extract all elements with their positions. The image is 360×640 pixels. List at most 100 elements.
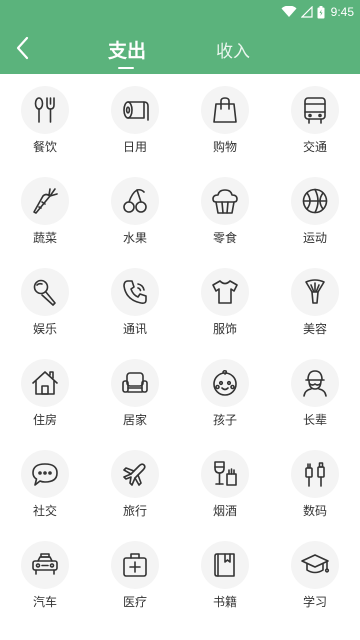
category-label: 烟酒	[212, 504, 237, 518]
category-item[interactable]: 旅行	[90, 438, 180, 529]
category-icon-button[interactable]	[21, 541, 69, 589]
cables-icon	[300, 459, 330, 489]
category-icon-button[interactable]	[111, 86, 159, 134]
back-button[interactable]	[8, 36, 36, 64]
category-icon-button[interactable]	[111, 359, 159, 407]
status-time: 9:45	[330, 5, 354, 19]
category-label: 孩子	[212, 413, 237, 427]
chevron-left-icon	[15, 36, 29, 65]
category-item[interactable]: 社交	[0, 438, 90, 529]
category-item[interactable]: 零食	[180, 165, 270, 256]
category-label: 蔬菜	[32, 231, 57, 245]
category-icon-button[interactable]	[21, 359, 69, 407]
bus-icon	[300, 95, 330, 125]
category-item[interactable]: 书籍	[180, 529, 270, 620]
category-label: 运动	[302, 231, 327, 245]
category-grid: 餐饮 日用 购物 交通蔬菜 水果 零食 运动娱乐 通讯 服饰 美容住房 居家 孩子 长辈社交 旅行 烟酒 数码…	[0, 74, 360, 640]
category-label: 服饰	[212, 322, 237, 336]
category-label: 居家	[122, 413, 147, 427]
category-item[interactable]: 医疗	[90, 529, 180, 620]
category-item[interactable]: 汽车	[0, 529, 90, 620]
category-icon-button[interactable]	[201, 541, 249, 589]
category-item[interactable]: 居家	[90, 347, 180, 438]
baby-face-icon	[210, 368, 240, 398]
category-item[interactable]: 运动	[270, 165, 360, 256]
category-item[interactable]: 学习	[270, 529, 360, 620]
category-label: 汽车	[32, 595, 57, 609]
category-item[interactable]: 娱乐	[0, 256, 90, 347]
cherry-icon	[120, 186, 150, 216]
category-label: 住房	[32, 413, 57, 427]
category-label: 餐饮	[32, 140, 57, 154]
tab-income[interactable]: 收入	[201, 24, 265, 74]
category-item[interactable]: 烟酒	[180, 438, 270, 529]
category-label: 美容	[302, 322, 327, 336]
cupcake-icon	[210, 186, 240, 216]
category-icon-button[interactable]	[111, 541, 159, 589]
category-icon-button[interactable]	[291, 177, 339, 225]
category-icon-button[interactable]	[201, 86, 249, 134]
category-label: 学习	[302, 595, 327, 609]
category-label: 旅行	[122, 504, 147, 518]
status-icons: 9:45	[281, 3, 354, 21]
shopping-bag-icon	[210, 95, 240, 125]
category-icon-button[interactable]	[291, 450, 339, 498]
category-label: 社交	[32, 504, 57, 518]
category-icon-button[interactable]	[111, 450, 159, 498]
elder-icon	[300, 368, 330, 398]
category-icon-button[interactable]	[201, 359, 249, 407]
microphone-icon	[30, 277, 60, 307]
category-icon-button[interactable]	[291, 86, 339, 134]
category-item[interactable]: 日用	[90, 74, 180, 165]
house-icon	[30, 368, 60, 398]
category-item[interactable]: 水果	[90, 165, 180, 256]
tissue-roll-icon	[120, 95, 150, 125]
category-item[interactable]: 蔬菜	[0, 165, 90, 256]
category-icon-button[interactable]	[201, 450, 249, 498]
category-label: 长辈	[302, 413, 327, 427]
top-bar: 支出 收入	[0, 24, 360, 74]
category-icon-button[interactable]	[111, 268, 159, 316]
category-item[interactable]: 服饰	[180, 256, 270, 347]
category-item[interactable]: 美容	[270, 256, 360, 347]
category-icon-button[interactable]	[201, 177, 249, 225]
category-label: 医疗	[122, 595, 147, 609]
graduation-cap-icon	[300, 550, 330, 580]
category-icon-button[interactable]	[21, 86, 69, 134]
category-icon-button[interactable]	[201, 268, 249, 316]
category-label: 购物	[212, 140, 237, 154]
category-icon-button[interactable]	[111, 177, 159, 225]
category-label: 通讯	[122, 322, 147, 336]
category-icon-button[interactable]	[21, 177, 69, 225]
category-icon-button[interactable]	[21, 268, 69, 316]
medical-bag-icon	[120, 550, 150, 580]
category-icon-button[interactable]	[291, 268, 339, 316]
carrot-icon	[30, 186, 60, 216]
category-item[interactable]: 孩子	[180, 347, 270, 438]
category-label: 日用	[122, 140, 147, 154]
category-item[interactable]: 购物	[180, 74, 270, 165]
category-item[interactable]: 数码	[270, 438, 360, 529]
category-label: 水果	[122, 231, 147, 245]
category-item[interactable]: 住房	[0, 347, 90, 438]
category-icon-button[interactable]	[21, 450, 69, 498]
category-item[interactable]: 交通	[270, 74, 360, 165]
taxi-icon	[30, 550, 60, 580]
armchair-icon	[120, 368, 150, 398]
category-label: 数码	[302, 504, 327, 518]
signal-icon	[300, 6, 313, 18]
book-icon	[210, 550, 240, 580]
utensils-icon	[30, 95, 60, 125]
category-icon-button[interactable]	[291, 359, 339, 407]
active-tab-indicator	[118, 67, 134, 69]
basketball-icon	[300, 186, 330, 216]
category-item[interactable]: 餐饮	[0, 74, 90, 165]
chat-bubble-icon	[30, 459, 60, 489]
wine-cigarette-icon	[210, 459, 240, 489]
category-item[interactable]: 长辈	[270, 347, 360, 438]
tshirt-icon	[210, 277, 240, 307]
category-label: 娱乐	[32, 322, 57, 336]
category-item[interactable]: 通讯	[90, 256, 180, 347]
category-icon-button[interactable]	[291, 541, 339, 589]
category-label: 书籍	[212, 595, 237, 609]
